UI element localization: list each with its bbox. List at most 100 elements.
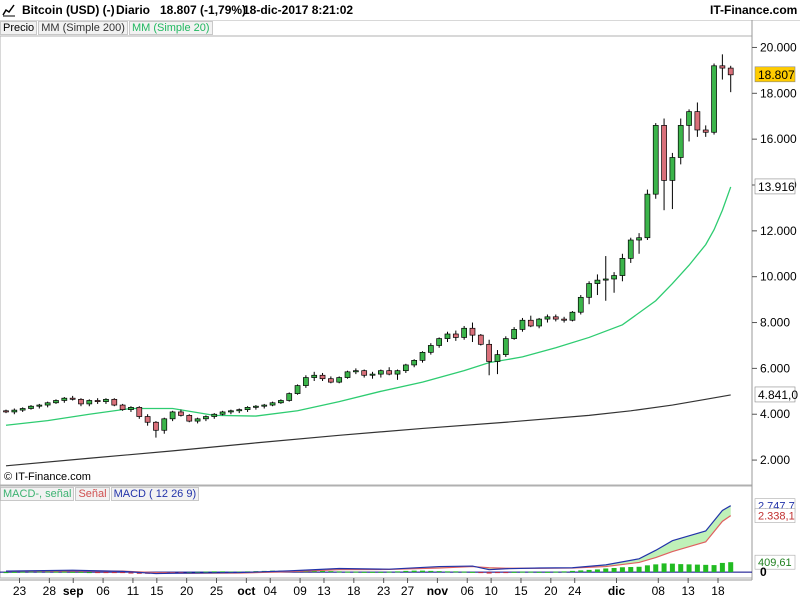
candle (261, 403, 268, 409)
macd-hist-bar (511, 571, 517, 573)
candle-body (169, 411, 176, 420)
macd-hist-bar (569, 570, 575, 573)
x-tick-label: 09 (293, 584, 307, 598)
candle (228, 409, 234, 415)
macd-hist-bar (70, 571, 76, 573)
candle (469, 322, 476, 343)
macd-hist-bar (336, 571, 342, 573)
candle (569, 311, 576, 322)
price-chart[interactable]: 20.00018.00016.00014.00012.00010.0008.00… (0, 0, 800, 600)
candle-body (378, 370, 384, 375)
y-tick-label: 18.000 (760, 86, 797, 100)
y-tick-label: 2.000 (760, 453, 790, 467)
candle-body (469, 327, 476, 336)
macd-hist-bar (436, 571, 442, 573)
candle-body (269, 402, 276, 406)
macd-hist-bar (95, 572, 101, 574)
candle (36, 403, 43, 409)
x-tick-label: 06 (96, 584, 110, 598)
x-tick-label: 04 (264, 584, 278, 598)
macd-hist-bar (478, 572, 484, 574)
macd-hist-bar (561, 571, 567, 573)
candle-body (328, 378, 334, 383)
macd-hist-bar (528, 571, 534, 573)
macd-hist-bar (469, 571, 475, 573)
candle (369, 371, 376, 379)
candle (294, 384, 301, 395)
candle (552, 314, 559, 322)
macd-hist-bar (728, 562, 734, 573)
candle-body (94, 400, 101, 402)
x-tick-label: 18 (347, 584, 361, 598)
last-price-tag: 18.807 (758, 68, 795, 82)
macd-hist-bar (586, 569, 592, 573)
macd-hist-bar (403, 570, 409, 573)
y-tick-label: 12.000 (760, 224, 797, 238)
signal-value-tag: 2.338,1 (758, 511, 795, 523)
candle-body (69, 397, 76, 400)
candle-body (3, 410, 9, 413)
macd-signal-fill (6, 505, 731, 574)
candle (686, 109, 692, 142)
macd-hist-bar (603, 568, 609, 573)
candle (336, 376, 343, 384)
macd-hist-bar (328, 571, 334, 573)
candle (536, 317, 542, 329)
macd-hist-bar (453, 571, 459, 573)
candle (477, 334, 484, 346)
y-tick-label: 10.000 (760, 270, 797, 284)
candle (236, 408, 243, 414)
candle (28, 405, 34, 410)
candle (169, 410, 176, 422)
candle-body (353, 370, 359, 373)
macd-hist-bar (694, 564, 700, 573)
candle (69, 395, 76, 401)
candle-body (319, 374, 326, 380)
y-tick-label: 8.000 (760, 316, 790, 330)
candle (311, 371, 318, 381)
candle-body (519, 319, 526, 330)
macd-hist-bar (78, 571, 84, 573)
candle-body (711, 65, 717, 133)
candle-body (36, 404, 43, 407)
candle-body (677, 125, 684, 158)
candle-body (369, 373, 376, 376)
macd-hist-bar (386, 571, 392, 573)
candle-body (294, 385, 301, 394)
candle (378, 369, 384, 378)
candle (602, 256, 609, 301)
macd-hist-bar (644, 565, 650, 573)
macd-hist-bar (86, 572, 92, 574)
macd-hist-bar (3, 572, 9, 574)
candle-body (536, 318, 542, 327)
price-panel-frame (0, 35, 753, 486)
candle-body (153, 421, 159, 431)
candle (286, 392, 293, 402)
ma20-value-tag: 13.916 (758, 180, 795, 194)
macd-hist-bar (628, 567, 634, 573)
x-tick-label: 20 (544, 584, 558, 598)
x-tick-label: 10 (484, 584, 498, 598)
candle-body (552, 316, 559, 320)
macd-hist-bar (378, 571, 384, 573)
candle-body (311, 374, 318, 378)
candle-body (619, 258, 626, 276)
candle (702, 125, 709, 137)
macd-hist-bar (703, 564, 709, 573)
candle-body (11, 409, 18, 413)
ma20-line (5, 186, 732, 426)
candle (436, 337, 443, 348)
candle-body (186, 415, 193, 422)
candle (319, 372, 326, 381)
macd-hist-bar (661, 563, 667, 573)
macd-hist-bar (486, 572, 492, 574)
candle (636, 233, 642, 254)
candle (669, 152, 676, 210)
candle (19, 407, 26, 412)
candle (186, 414, 193, 423)
candle (619, 253, 626, 282)
watermark: © IT-Finance.com (4, 471, 91, 483)
candle-body (286, 393, 293, 401)
x-tick-label: oct (237, 584, 255, 598)
candle (161, 417, 168, 434)
